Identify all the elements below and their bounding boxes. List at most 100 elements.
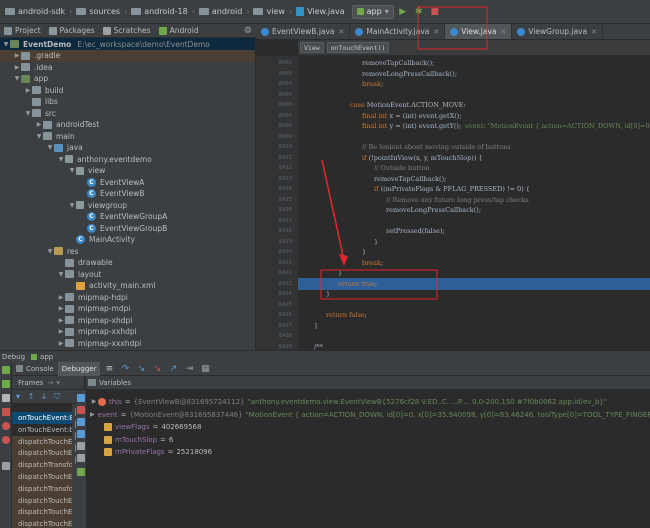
step-out-icon[interactable]: ↗ (166, 362, 180, 376)
debug-icon[interactable]: ✱ (412, 5, 426, 19)
tree-item[interactable]: ▶ .idea (0, 61, 255, 73)
tree-item[interactable]: libs (0, 96, 255, 108)
tree-item[interactable]: C EventViewB (0, 188, 255, 200)
stop-icon[interactable]: ■ (428, 5, 442, 19)
stack-frame[interactable]: dispatchTouchEv (12, 471, 72, 483)
tab-debugger[interactable]: Debugger (57, 361, 101, 376)
variable-row[interactable]: ▶ event = {MotionEvent@831695837448} "Motion… (90, 409, 650, 421)
expanded-arrow-icon[interactable]: ▼ (46, 248, 54, 255)
tree-item[interactable]: ▼ app (0, 73, 255, 85)
tree-item[interactable]: ▼ main (0, 130, 255, 142)
breadcrumb-item[interactable]: android-sdk (2, 4, 68, 20)
breadcrumb-item[interactable]: android (196, 4, 245, 20)
close-icon[interactable]: ✕ (500, 28, 506, 36)
expanded-arrow-icon[interactable]: ▼ (68, 202, 76, 209)
more-icon[interactable]: ▾ (56, 379, 60, 387)
arrow-up-icon[interactable]: ↑ (27, 392, 35, 402)
tree-item[interactable]: ▶ mipmap-xhdpi (0, 314, 255, 326)
stack-frame[interactable]: dispatchTouchEv (12, 447, 72, 460)
tree-item[interactable]: C EventViewGroupA (0, 211, 255, 223)
pause-icon[interactable] (2, 394, 10, 402)
editor-tab[interactable]: ViewGroup.java ✕ (512, 24, 603, 39)
tree-item[interactable]: ▼ anthony.eventdemo (0, 153, 255, 165)
tree-item[interactable]: ▼ src (0, 107, 255, 119)
tree-item[interactable]: ▼ view (0, 165, 255, 177)
rerun-icon[interactable] (2, 366, 10, 374)
tree-item[interactable]: ▼ EventDemo E:\ec_workspace\demo\EventDemo (0, 38, 255, 50)
evaluate-icon[interactable]: ▦ (198, 362, 212, 376)
code-editor[interactable]: removeTapCallback(); removeLongPressCallb… (298, 56, 650, 350)
stack-frame[interactable]: onTouchEvent:8 (12, 412, 72, 424)
tree-item[interactable]: ▶ androidTest (0, 119, 255, 131)
run-config-combo[interactable]: app ▾ (351, 4, 394, 19)
stack-frame[interactable]: onTouchEvent:b (12, 424, 72, 436)
remove-watch-icon[interactable] (77, 406, 85, 414)
thread-dropdown-icon[interactable]: ▾ (14, 392, 22, 402)
breadcrumb-item[interactable]: android-18 (128, 4, 190, 20)
expanded-arrow-icon[interactable]: ▼ (2, 41, 10, 48)
collapsed-arrow-icon[interactable]: ▶ (90, 409, 95, 421)
tree-item[interactable]: ▶ build (0, 84, 255, 96)
breadcrumb-item[interactable]: view (250, 4, 287, 20)
collapsed-arrow-icon[interactable]: ▶ (57, 294, 65, 301)
filter-icon[interactable]: ⛉ (53, 392, 61, 402)
expanded-arrow-icon[interactable]: ▼ (35, 133, 43, 140)
collapsed-arrow-icon[interactable]: ▶ (13, 64, 21, 71)
step-over-icon[interactable]: ↷ (118, 362, 132, 376)
tab-android[interactable]: Android (155, 24, 203, 37)
tab-packages[interactable]: Packages (45, 24, 99, 37)
editor-tab[interactable]: EventViewB.java ✕ (256, 24, 351, 39)
tree-item[interactable]: ▶ mipmap-mdpi (0, 303, 255, 315)
tree-item[interactable]: ▶ .gradle (0, 49, 255, 62)
close-icon[interactable]: ✕ (339, 28, 345, 36)
expanded-arrow-icon[interactable]: ▼ (68, 167, 76, 174)
collapse-icon[interactable]: → (47, 379, 53, 387)
breadcrumb-class[interactable]: View (300, 42, 324, 53)
close-icon[interactable]: ✕ (591, 28, 597, 36)
stack-frame[interactable]: dispatchTouchEv (12, 506, 72, 519)
breadcrumb-method[interactable]: onTouchEvent() (326, 42, 390, 53)
stack-frame[interactable]: dispatchTouchEv (12, 435, 72, 448)
collapsed-arrow-icon[interactable]: ▶ (13, 52, 21, 59)
view-settings-icon[interactable] (77, 454, 85, 462)
tab-project[interactable]: Project (0, 24, 45, 37)
tree-item[interactable]: ▼ java (0, 142, 255, 154)
variable-row[interactable]: ▶ this = {EventViewB@831695724112} "anthony.… (90, 396, 650, 408)
copy-icon[interactable] (77, 442, 85, 450)
tree-item[interactable]: C EventViewA (0, 176, 255, 188)
settings-icon[interactable] (2, 462, 10, 470)
collapsed-arrow-icon[interactable]: ▶ (57, 305, 65, 312)
close-icon[interactable]: ✕ (433, 28, 439, 36)
editor-tab[interactable]: MainActivity.java ✕ (350, 24, 446, 39)
arrow-down-icon[interactable]: ↓ (40, 392, 48, 402)
run-icon[interactable]: ▶ (396, 5, 410, 19)
collapsed-arrow-icon[interactable]: ▶ (57, 340, 65, 347)
collapsed-arrow-icon[interactable]: ▶ (57, 317, 65, 324)
stack-frame[interactable]: dispatchTouchEv (12, 494, 72, 507)
run-to-cursor-icon[interactable]: ⇥ (182, 362, 196, 376)
tab-console[interactable]: Console (12, 362, 58, 376)
tree-item[interactable]: drawable (0, 257, 255, 269)
debug-config[interactable]: app (31, 353, 53, 361)
move-up-icon[interactable] (77, 418, 85, 426)
expanded-arrow-icon[interactable]: ▼ (46, 144, 54, 151)
tree-item[interactable]: ▶ mipmap-xxxhdpi (0, 337, 255, 349)
mute-breakpoints-icon[interactable] (2, 436, 10, 444)
tree-item[interactable]: ▶ mipmap-xxhdpi (0, 326, 255, 338)
collapsed-arrow-icon[interactable]: ▶ (24, 87, 32, 94)
collapsed-arrow-icon[interactable]: ▶ (57, 328, 65, 335)
stack-frame[interactable]: dispatchTransfo (12, 459, 72, 472)
tree-item[interactable]: C MainActivity (0, 234, 255, 246)
stack-frame[interactable]: dispatchTransfo (12, 482, 72, 495)
stop-icon[interactable] (2, 408, 10, 416)
expanded-arrow-icon[interactable]: ▼ (57, 156, 65, 163)
tree-item[interactable]: ▼ layout (0, 268, 255, 280)
tree-item[interactable]: ▼ res (0, 245, 255, 257)
variable-row[interactable]: mPrivateFlags = 25218096 (90, 446, 650, 458)
force-step-into-icon[interactable]: ↘ (150, 362, 164, 376)
tree-item[interactable]: ▼ viewgroup (0, 199, 255, 211)
collapsed-arrow-icon[interactable]: ▶ (90, 396, 98, 408)
tree-item[interactable]: C EventViewGroupB (0, 222, 255, 234)
tab-scratches[interactable]: Scratches (99, 24, 155, 37)
breadcrumb-item[interactable]: View.java (293, 4, 348, 20)
